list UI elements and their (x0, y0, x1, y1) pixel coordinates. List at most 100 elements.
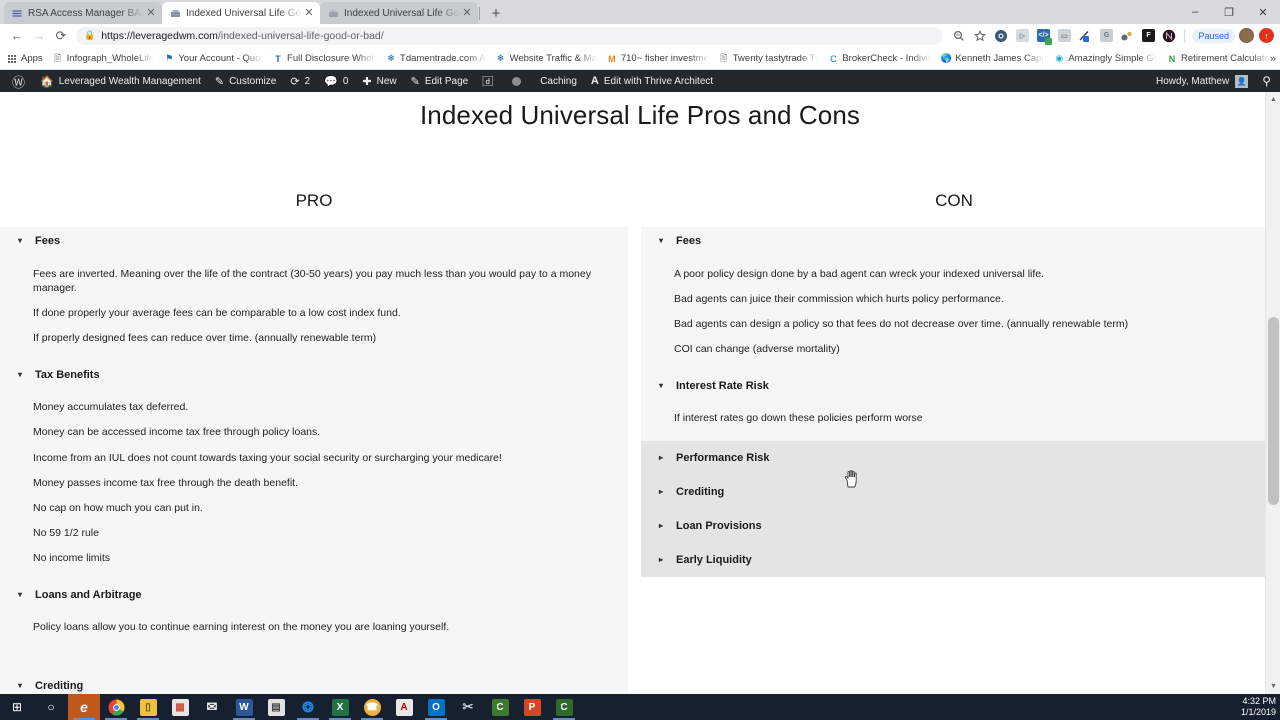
accordion-header[interactable]: ▸ Crediting (641, 475, 1266, 509)
taskbar-app-snipping-tool[interactable]: ✂ (452, 694, 484, 720)
accordion-header[interactable]: ▾ Crediting (0, 672, 628, 694)
bookmark-item[interactable]: ❄ Website Traffic & Ma (495, 53, 597, 64)
scroll-down-icon[interactable]: ▼ (1266, 679, 1280, 694)
maximize-button[interactable]: ❐ (1212, 0, 1246, 24)
zoom-icon[interactable] (949, 26, 969, 46)
bookmark-item[interactable]: ❄ Tdamentrade.com A (385, 53, 485, 64)
admin-bar-thrive-architect[interactable]: A Edit with Thrive Architect (584, 70, 720, 92)
close-icon[interactable]: ✕ (460, 6, 474, 20)
bookmark-item[interactable]: C BrokerCheck - Individ (827, 53, 931, 64)
taskbar-app-powerpoint[interactable]: P (516, 694, 548, 720)
admin-bar-edit-page[interactable]: ✎ Edit Page (404, 70, 476, 92)
accordion-section-con-performance-risk[interactable]: ▸ Performance Risk (641, 440, 1266, 475)
extension-f-icon[interactable]: F (1138, 26, 1158, 46)
scroll-up-icon[interactable]: ▲ (1266, 92, 1280, 107)
extension-pen-icon[interactable] (1075, 26, 1095, 46)
bookmark-item[interactable]: ◉ Amazingly Simple Gr (1053, 53, 1157, 64)
chevron-down-icon[interactable]: ▾ (18, 682, 28, 690)
chevron-down-icon[interactable]: ▾ (18, 370, 28, 379)
new-tab-button[interactable]: + (485, 2, 507, 24)
chevron-right-icon[interactable]: ▸ (659, 555, 669, 564)
extension-chat-icon[interactable]: ▭ (1054, 26, 1074, 46)
scrollbar-thumb[interactable] (1268, 317, 1279, 505)
bookmark-item[interactable]: 🖹 Infograph_WholeLife (52, 51, 154, 67)
chevron-down-icon[interactable]: ▾ (18, 590, 28, 599)
taskbar-app-microsoft-store[interactable]: ▦ (164, 694, 196, 720)
forward-icon[interactable]: → (28, 25, 50, 47)
bookmark-apps[interactable]: Apps (6, 53, 43, 64)
bookmark-star-icon[interactable] (970, 26, 990, 46)
status-badge[interactable]: Paused (1192, 28, 1235, 43)
chevron-down-icon[interactable]: ▾ (659, 237, 669, 245)
extension-dark-circle-icon[interactable] (1159, 26, 1179, 46)
accordion-header[interactable]: ▸ Loan Provisions (641, 509, 1266, 543)
accordion-header[interactable]: ▸ Performance Risk (641, 441, 1266, 475)
extension-code-icon[interactable]: </> (1033, 26, 1053, 46)
accordion-header[interactable]: ▾ Interest Rate Risk (641, 372, 1266, 400)
taskbar-app-camtasia[interactable]: C (484, 694, 516, 720)
admin-bar-updates[interactable]: ⟳ 2 (283, 70, 317, 92)
accordion-section-con-loan-provisions[interactable]: ▸ Loan Provisions (641, 508, 1266, 543)
accordion-section-con-crediting[interactable]: ▸ Crediting (641, 474, 1266, 509)
bookmark-item[interactable]: N Retirement Calculato (1166, 53, 1270, 64)
browser-tab-3[interactable]: Indexed Universal Life Good or B ✕ (320, 2, 478, 24)
accordion-header[interactable]: ▾ Fees (641, 227, 1266, 255)
browser-tab-1[interactable]: RSA Access Manager BASIC Auth ✕ (4, 2, 162, 24)
taskbar-app-chrome[interactable] (100, 694, 132, 720)
bookmark-item[interactable]: 🖹 Twenty tastytrade Tr (718, 51, 818, 67)
taskbar-app-word[interactable]: W (228, 694, 260, 720)
admin-bar-howdy[interactable]: Howdy, Matthew 👤 (1149, 70, 1255, 92)
admin-bar-customize[interactable]: ✎ Customize (208, 70, 283, 92)
admin-bar-search[interactable]: ⚲ (1255, 70, 1278, 92)
cortana-search-icon[interactable]: ○ (34, 694, 68, 720)
chevron-down-icon[interactable]: ▾ (659, 381, 669, 390)
chevron-right-icon[interactable]: ▸ (659, 487, 669, 496)
address-bar[interactable]: 🔒 https://leveragedwm.com /indexed-unive… (76, 26, 943, 45)
accordion-header[interactable]: ▸ Early Liquidity (641, 543, 1266, 577)
wordpress-logo-icon[interactable]: Ⓦ (4, 72, 33, 91)
accordion-header[interactable]: ▾ Fees (0, 227, 628, 255)
taskbar-clock[interactable]: 4:32 PM 1/1/2019 (1241, 696, 1276, 718)
chevron-right-icon[interactable]: ▸ (659, 521, 669, 530)
close-icon[interactable]: ✕ (302, 6, 316, 20)
taskbar-app-camtasia-editor[interactable]: C (548, 694, 580, 720)
taskbar-app-adobe-acrobat[interactable]: A (388, 694, 420, 720)
extension-eye-icon[interactable] (991, 26, 1011, 46)
admin-bar-caching[interactable]: Caching (533, 70, 584, 92)
bookmark-item[interactable]: T Full Disclosure Whole (272, 53, 376, 64)
admin-bar-new[interactable]: ✚ New (355, 70, 403, 92)
reload-icon[interactable]: ⟳ (50, 25, 72, 47)
browser-tab-2[interactable]: Indexed Universal Life Good or B ✕ (162, 2, 320, 24)
taskbar-app-outlook[interactable]: O (420, 694, 452, 720)
taskbar-app-calculator[interactable]: ▤ (260, 694, 292, 720)
taskbar-app-mail[interactable]: ✉ (196, 694, 228, 720)
update-icon[interactable]: ↑ (1259, 28, 1274, 43)
minimize-button[interactable]: – (1178, 0, 1212, 24)
accordion-header[interactable]: ▾ Loans and Arbitrage (0, 581, 628, 609)
accordion-header[interactable]: ▾ Tax Benefits (0, 361, 628, 389)
bookmark-item[interactable]: 🌎 Kenneth James Capp (940, 53, 1045, 64)
taskbar-app-file-explorer[interactable]: ▯ (132, 694, 164, 720)
avatar[interactable] (1239, 28, 1254, 43)
taskbar-app-excel[interactable]: X (324, 694, 356, 720)
extension-dots-icon[interactable] (1117, 26, 1137, 46)
taskbar-app-skype[interactable]: ☎ (356, 694, 388, 720)
admin-bar-yoast[interactable]: 🆥 (475, 70, 505, 92)
admin-bar-status-dot[interactable] (505, 70, 533, 92)
bookmark-item[interactable]: ⚑ Your Account - Quot (163, 53, 263, 64)
extension-grammarly-icon[interactable]: G (1096, 26, 1116, 46)
accordion-section-con-early-liquidity[interactable]: ▸ Early Liquidity (641, 542, 1266, 577)
admin-bar-comments[interactable]: 💬 0 (317, 70, 355, 92)
taskbar-app-dropbox[interactable]: ❂ (292, 694, 324, 720)
page-scrollbar[interactable]: ▲ ▼ (1265, 92, 1280, 694)
close-icon[interactable]: ✕ (144, 6, 158, 20)
back-icon[interactable]: ← (6, 25, 28, 47)
start-button-icon[interactable]: ⊞ (0, 694, 34, 720)
chevron-down-icon[interactable]: ▾ (18, 237, 28, 245)
taskbar-app-edge[interactable]: e (68, 694, 100, 720)
extension-share-icon[interactable]: ▷ (1012, 26, 1032, 46)
admin-bar-site-name[interactable]: 🏠 Leveraged Wealth Management (33, 70, 208, 92)
bookmark-item[interactable]: M 710~ fisher investme (606, 53, 709, 64)
chevron-right-icon[interactable]: ▸ (659, 453, 669, 462)
close-window-button[interactable]: ✕ (1246, 0, 1280, 24)
